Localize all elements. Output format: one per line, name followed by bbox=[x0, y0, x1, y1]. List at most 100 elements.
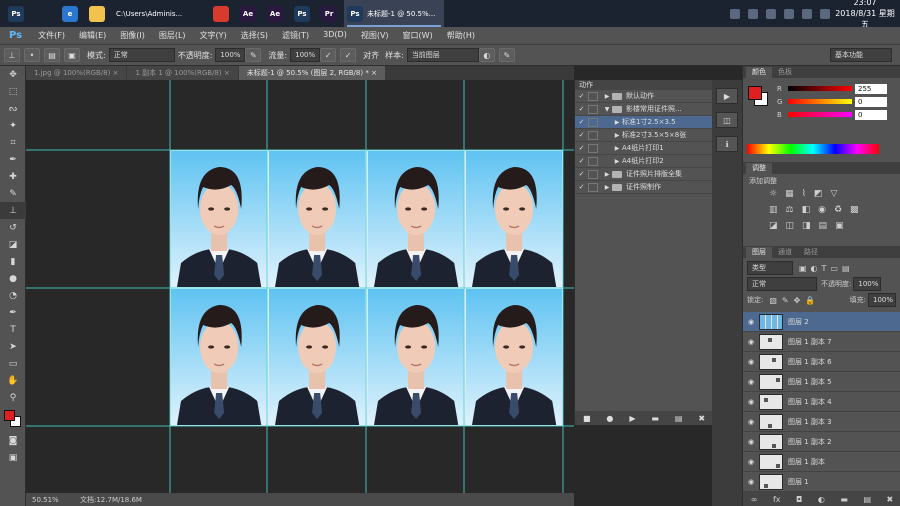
action-row[interactable]: ✓ ▶ 标准2寸3.5×5×8张 bbox=[575, 129, 712, 142]
filter-icons[interactable]: ▣◐T▭▤ bbox=[799, 264, 854, 273]
action-toggle-checkbox[interactable]: ✓ bbox=[575, 157, 588, 165]
threshold-icon[interactable]: ◨ bbox=[802, 221, 811, 231]
action-toggle-checkbox[interactable]: ✓ bbox=[575, 118, 588, 126]
system-clock[interactable]: 23:07 2018/8/31 星期五 bbox=[834, 0, 896, 30]
levels-icon[interactable]: ▦ bbox=[785, 189, 794, 199]
color-lookup-icon[interactable]: ▩ bbox=[850, 205, 859, 215]
channel-value-input[interactable]: 255 bbox=[855, 83, 887, 94]
link-layers-icon[interactable]: ∞ bbox=[751, 495, 758, 504]
opacity-pressure-toggle[interactable]: ✎ bbox=[245, 48, 262, 62]
dialog-toggle-box[interactable] bbox=[588, 143, 598, 153]
action-row[interactable]: ✓ ▶ 证件照片排版全集 bbox=[575, 168, 712, 181]
fill-input[interactable]: 100% bbox=[868, 293, 896, 307]
blend-mode-select[interactable]: 正常 bbox=[747, 277, 817, 291]
menu-item[interactable]: 文字(Y) bbox=[193, 30, 234, 41]
align-checkbox[interactable]: ✓ bbox=[340, 48, 357, 62]
mode-select[interactable]: 正常 bbox=[108, 48, 175, 62]
pen-tool[interactable]: ✒ bbox=[0, 304, 26, 321]
expanded-chevron-icon[interactable]: ▼ bbox=[602, 106, 612, 113]
input-method-icon[interactable] bbox=[820, 8, 830, 19]
color-fg-swatch[interactable] bbox=[748, 86, 762, 100]
visibility-eye-icon[interactable]: ◉ bbox=[743, 318, 759, 326]
hand-tool[interactable]: ✋ bbox=[0, 372, 26, 389]
menu-item[interactable]: 滤镜(T) bbox=[275, 30, 316, 41]
menu-item[interactable]: 图像(I) bbox=[113, 30, 152, 41]
action-row[interactable]: ✓ ▶ A4纸片打印1 bbox=[575, 142, 712, 155]
eyedropper-tool[interactable]: ✒ bbox=[0, 151, 26, 168]
adjustment-layer-icon[interactable]: ◐ bbox=[818, 495, 825, 504]
dialog-toggle-box[interactable] bbox=[588, 156, 598, 166]
clone-stamp-tool[interactable]: ⊥ bbox=[0, 202, 26, 219]
opacity-input[interactable]: 100% bbox=[215, 48, 246, 62]
action-toggle-checkbox[interactable]: ✓ bbox=[575, 131, 588, 139]
history-panel-icon[interactable]: ◫ bbox=[716, 112, 738, 128]
ps2-button[interactable]: Ps bbox=[290, 0, 314, 27]
wifi-icon[interactable] bbox=[766, 8, 776, 19]
action-row[interactable]: ✓ ▶ 证件照制作 bbox=[575, 181, 712, 194]
taskbar-photoshop-window[interactable]: Ps 未标题-1 @ 50.5%... bbox=[344, 0, 444, 27]
quick-select-tool[interactable]: ✦ bbox=[0, 117, 26, 134]
collapsed-chevron-icon[interactable]: ▶ bbox=[602, 171, 612, 178]
pr-button[interactable]: Pr bbox=[317, 0, 341, 27]
taskbar-explorer-window[interactable]: C:\Users\Adminis... bbox=[112, 0, 206, 27]
play-icon[interactable]: ▶ bbox=[629, 414, 635, 423]
sample-select[interactable]: 当前图层 bbox=[406, 48, 479, 62]
dialog-toggle-box[interactable] bbox=[588, 130, 598, 140]
channel-slider[interactable] bbox=[788, 99, 852, 104]
document-tab[interactable]: 1 副本 1 @ 100%(RGB/8) × bbox=[127, 66, 238, 80]
color-spectrum[interactable] bbox=[747, 144, 879, 154]
tab-channels[interactable]: 通道 bbox=[772, 247, 798, 258]
folder-button[interactable] bbox=[85, 0, 109, 27]
dialog-toggle-box[interactable] bbox=[588, 182, 598, 192]
document-tab[interactable]: 未标题-1 @ 50.5% (图层 2, RGB/8) * × bbox=[238, 66, 385, 80]
menu-item[interactable]: 视图(V) bbox=[354, 30, 396, 41]
volume-icon[interactable] bbox=[784, 8, 794, 19]
menu-item[interactable]: 3D(D) bbox=[316, 30, 354, 41]
photoshop-app-button[interactable]: Ps bbox=[4, 0, 28, 27]
dodge-tool[interactable]: ◔ bbox=[0, 287, 26, 304]
dialog-toggle-box[interactable] bbox=[588, 117, 598, 127]
channel-value-input[interactable]: 0 bbox=[855, 96, 887, 107]
black-white-icon[interactable]: ◧ bbox=[802, 205, 811, 215]
channel-value-input[interactable]: 0 bbox=[855, 109, 887, 120]
properties-panel-icon[interactable]: ℹ bbox=[716, 136, 738, 152]
zoom-level[interactable]: 50.51% bbox=[26, 496, 64, 504]
layer-row[interactable]: ◉ 图层 1 副本 4 bbox=[743, 392, 900, 412]
type-tool[interactable]: T bbox=[0, 321, 26, 338]
gradient-tool[interactable]: ▮ bbox=[0, 253, 26, 270]
document-canvas[interactable] bbox=[26, 80, 574, 493]
visibility-eye-icon[interactable]: ◉ bbox=[743, 338, 759, 346]
action-row[interactable]: ✓ ▶ 默认动作 bbox=[575, 90, 712, 103]
clone-source-toggle[interactable]: ▣ bbox=[64, 48, 80, 62]
layer-row[interactable]: ◉ 图层 1 副本 6 bbox=[743, 352, 900, 372]
layer-row[interactable]: ◉ 图层 1 副本 2 bbox=[743, 432, 900, 452]
visibility-eye-icon[interactable]: ◉ bbox=[743, 478, 759, 486]
channel-slider[interactable] bbox=[788, 112, 852, 117]
brush-size-picker[interactable]: • bbox=[24, 48, 40, 62]
collapsed-chevron-icon[interactable]: ▶ bbox=[612, 145, 622, 152]
tab-swatches[interactable]: 色板 bbox=[772, 67, 798, 78]
tab-paths[interactable]: 路径 bbox=[798, 247, 824, 258]
brush-tool[interactable]: ✎ bbox=[0, 185, 26, 202]
eraser-tool[interactable]: ◪ bbox=[0, 236, 26, 253]
menu-item[interactable]: 编辑(E) bbox=[72, 30, 113, 41]
action-toggle-checkbox[interactable]: ✓ bbox=[575, 144, 588, 152]
lasso-tool[interactable]: ᔓ bbox=[0, 100, 26, 117]
add-mask-icon[interactable]: ◘ bbox=[796, 495, 802, 504]
layer-opacity-input[interactable]: 100% bbox=[853, 277, 882, 291]
color-swatches[interactable] bbox=[0, 408, 26, 432]
visibility-eye-icon[interactable]: ◉ bbox=[743, 438, 759, 446]
ae-button[interactable]: Ae bbox=[236, 0, 260, 27]
collapsed-chevron-icon[interactable]: ▶ bbox=[612, 119, 622, 126]
layer-row[interactable]: ◉ 图层 1 副本 5 bbox=[743, 372, 900, 392]
visibility-eye-icon[interactable]: ◉ bbox=[743, 378, 759, 386]
action-row[interactable]: ✓ ▶ 标准1寸2.5×3.5 bbox=[575, 116, 712, 129]
vibrance-icon[interactable]: ▽ bbox=[831, 189, 838, 199]
tab-adjustments[interactable]: 调整 bbox=[746, 163, 772, 174]
shield-icon[interactable] bbox=[748, 8, 758, 19]
photo-filter-icon[interactable]: ◉ bbox=[818, 205, 826, 215]
action-row[interactable]: ✓ ▶ A4纸片打印2 bbox=[575, 155, 712, 168]
collapsed-chevron-icon[interactable]: ▶ bbox=[602, 93, 612, 100]
visibility-eye-icon[interactable]: ◉ bbox=[743, 418, 759, 426]
document-tab[interactable]: 1.jpg @ 100%(RGB/8) × bbox=[26, 66, 127, 80]
